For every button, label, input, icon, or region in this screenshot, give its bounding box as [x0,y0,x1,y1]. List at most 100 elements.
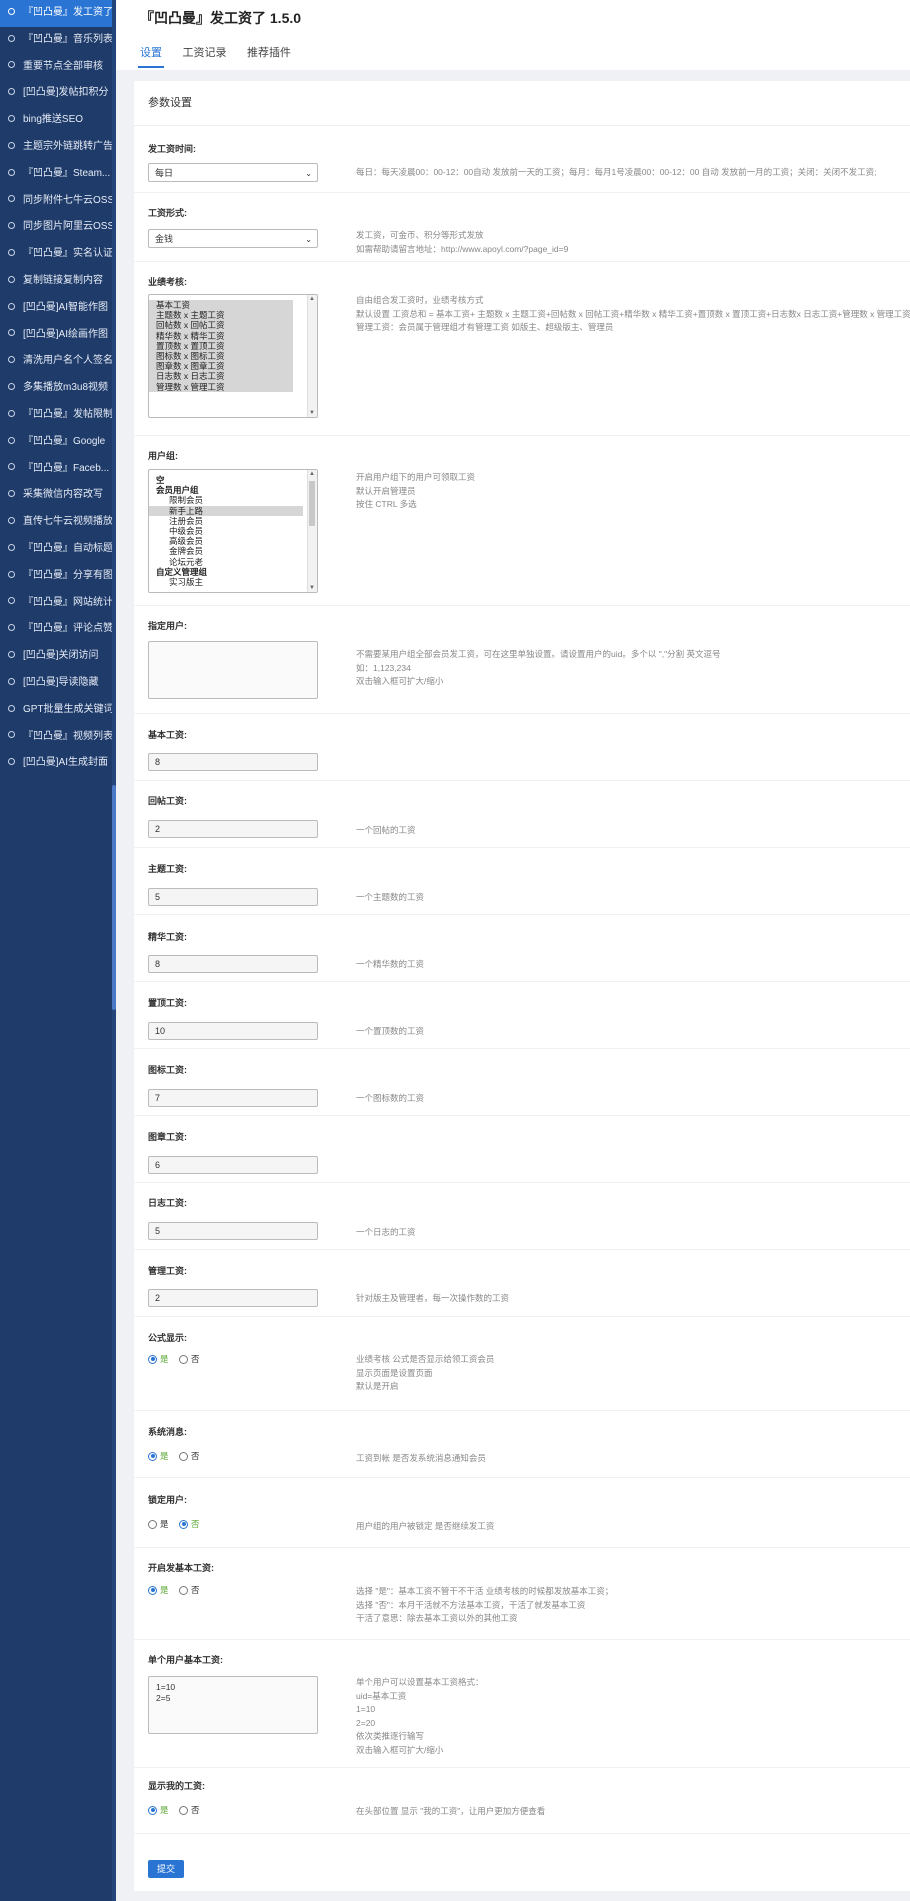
listbox-option[interactable]: 实习版主 [149,577,303,587]
sidebar-item[interactable]: [凹凸曼]AI生成封面 [0,750,116,777]
user-group-multiselect[interactable]: 空会员用户组 限制会员 新手上路 注册会员 中级会员 高级会员 金牌会员 论坛元老 自定义管理组… [148,469,318,593]
radio-label-no[interactable]: 否 [191,1451,200,1461]
sidebar-item[interactable]: 主题宗外链跳转广告 [0,134,116,161]
listbox-scroll-thumb[interactable] [309,481,315,526]
sidebar-item[interactable]: GPT批量生成关键词 [0,697,116,724]
sidebar-scrollbar-thumb[interactable] [112,785,116,1010]
sidebar-item[interactable]: [凹凸曼]导读隐藏 [0,670,116,697]
listbox-option[interactable]: 管理数 x 管理工资 [149,381,293,392]
stamp-salary-input[interactable]: 6 [148,1156,318,1174]
listbox-option[interactable]: 新手上路 [149,505,303,516]
radio-label-no[interactable]: 否 [191,1519,200,1529]
sidebar-item[interactable]: 『凹凸曼』发工资了 [0,0,116,27]
pay-form-select[interactable]: 金钱 ⌄ [148,229,318,248]
listbox-option[interactable]: 论坛元老 [149,557,303,567]
top-salary-input[interactable]: 10 [148,1022,318,1040]
tab-recommended-plugins[interactable]: 推荐插件 [245,44,293,66]
base-pay-on-yes-radio[interactable] [148,1585,157,1595]
radio-label-no[interactable]: 否 [191,1354,200,1364]
sidebar-item-label: 采集微信内容改写 [23,489,103,501]
sidebar-item[interactable]: 同步附件七牛云OSS [0,188,116,215]
performance-multiselect[interactable]: 基本工资 主题数 x 主题工资 回帖数 x 回帖工资 精华数 x 精华工资 置顶数 x … [148,294,318,418]
sidebar-item[interactable]: [凹凸曼]关闭访问 [0,643,116,670]
sidebar-item[interactable]: 『凹凸曼』分享有图 [0,563,116,590]
listbox-option[interactable]: 自定义管理组 [149,567,303,577]
sidebar-item[interactable]: 『凹凸曼』评论点赞 [0,616,116,643]
sidebar-item[interactable]: bing推送SEO [0,107,116,134]
sidebar-item[interactable]: 重要节点全部审核 [0,54,116,81]
base-salary-input[interactable]: 8 [148,753,318,771]
sidebar-item[interactable]: 『凹凸曼』发帖限制 [0,402,116,429]
show-my-salary-yes-radio[interactable] [148,1805,157,1815]
sidebar-item[interactable]: 『凹凸曼』网站统计 [0,590,116,617]
sidebar-item[interactable]: 采集微信内容改写 [0,482,116,509]
formula-show-yes-radio[interactable] [148,1354,157,1364]
sidebar-item[interactable]: 『凹凸曼』实名认证 [0,241,116,268]
listbox-option[interactable]: 置顶数 x 置顶工资 [149,340,293,352]
circle-bullet-icon [8,383,15,391]
sidebar-item[interactable]: 『凹凸曼』Google [0,429,116,456]
tab-settings[interactable]: 设置 [138,44,164,68]
sidebar-item[interactable]: 多集播放m3u8视频 [0,375,116,402]
radio-label-no[interactable]: 否 [191,1805,200,1815]
sidebar-item[interactable]: 『凹凸曼』自动标题 [0,536,116,563]
listbox-option[interactable]: 图章数 x 图章工资 [149,361,293,372]
manage-salary-desc: 针对版主及管理者，每一次操作数的工资 [356,1293,510,1303]
lock-user-yes-radio[interactable] [148,1519,157,1529]
radio-label-yes[interactable]: 是 [160,1585,169,1595]
sidebar-item[interactable]: [凹凸曼]AI智能作图 [0,295,116,322]
sidebar-item[interactable]: [凹凸曼]AI绘画作图 [0,322,116,349]
radio-label-yes[interactable]: 是 [160,1451,169,1461]
scroll-up-icon[interactable]: ▲ [309,296,315,302]
topic-salary-input[interactable]: 5 [148,888,318,906]
sidebar-item[interactable]: 复制链接复制内容 [0,268,116,295]
listbox-option[interactable]: 图标数 x 图标工资 [149,351,293,362]
listbox-option[interactable]: 精华数 x 精华工资 [149,330,293,341]
formula-show-no-radio[interactable] [179,1354,189,1364]
sidebar-item[interactable]: 『凹凸曼』Steam... [0,161,116,188]
lock-user-no-radio[interactable] [179,1519,189,1529]
listbox-option[interactable]: 基本工资 [149,300,293,311]
sidebar-item[interactable]: 清洗用户名个人签名 [0,348,116,375]
scroll-down-icon[interactable]: ▼ [309,410,315,416]
sidebar-item[interactable]: 『凹凸曼』Faceb... [0,456,116,483]
sidebar-item[interactable]: 『凹凸曼』视频列表 [0,724,116,751]
specified-user-textarea[interactable] [148,641,318,699]
listbox-option[interactable]: 限制会员 [149,495,303,505]
radio-label-no[interactable]: 否 [191,1585,200,1595]
listbox-scrollbar[interactable]: ▲ ▼ [307,295,317,417]
tab-salary-records[interactable]: 工资记录 [181,44,229,66]
log-salary-input[interactable]: 5 [148,1222,318,1240]
listbox-option[interactable]: 主题数 x 主题工资 [149,310,293,321]
listbox-option[interactable]: 空 [149,475,303,485]
listbox-option[interactable]: 日志数 x 日志工资 [149,371,293,382]
sidebar-item[interactable]: 直传七牛云视频播放 [0,509,116,536]
radio-label-yes[interactable]: 是 [160,1805,169,1815]
listbox-option[interactable]: 金牌会员 [149,546,303,556]
radio-label-yes[interactable]: 是 [160,1354,169,1364]
scroll-down-icon[interactable]: ▼ [309,585,315,591]
show-my-salary-no-radio[interactable] [179,1805,189,1815]
single-user-base-textarea[interactable]: 1=10 2=5 [148,1676,318,1734]
listbox-option[interactable]: 回帖数 x 回帖工资 [149,320,293,331]
base-pay-on-no-radio[interactable] [179,1585,189,1595]
submit-button[interactable]: 提交 [148,1860,184,1878]
top-salary-label: 置顶工资: [148,998,187,1008]
listbox-option[interactable]: 注册会员 [149,516,303,526]
system-msg-yes-radio[interactable] [148,1451,157,1461]
listbox-scrollbar[interactable]: ▲ ▼ [307,470,317,592]
sidebar-item[interactable]: 『凹凸曼』音乐列表 [0,27,116,54]
digest-salary-input[interactable]: 8 [148,955,318,973]
sidebar-item[interactable]: [凹凸曼]发帖扣积分 [0,80,116,107]
icon-salary-input[interactable]: 7 [148,1089,318,1107]
listbox-option[interactable]: 高级会员 [149,536,303,546]
manage-salary-input[interactable]: 2 [148,1289,318,1307]
radio-label-yes[interactable]: 是 [160,1519,169,1529]
system-msg-no-radio[interactable] [179,1451,189,1461]
reply-salary-input[interactable]: 2 [148,820,318,838]
listbox-option[interactable]: 中级会员 [149,526,303,536]
listbox-option[interactable]: 会员用户组 [149,485,303,495]
pay-time-select[interactable]: 每日 ⌄ [148,163,318,182]
scroll-up-icon[interactable]: ▲ [309,471,315,477]
sidebar-item[interactable]: 同步图片阿里云OSS [0,214,116,241]
